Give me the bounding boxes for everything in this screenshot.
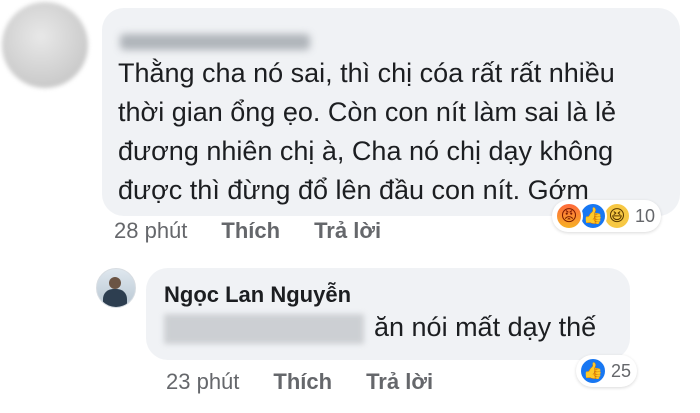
reply-bubble: Ngọc Lan Nguyễn ăn nói mất dạy thế: [146, 268, 630, 360]
comment-actions: 28 phút Thích Trả lời: [114, 218, 415, 244]
like-icon: 👍: [579, 202, 607, 230]
avatar-head: [109, 277, 121, 289]
reply-reaction-count: 25: [611, 360, 632, 381]
reply-actions: 23 phút Thích Trả lời: [166, 369, 467, 395]
reply-button[interactable]: Trả lời: [314, 218, 381, 244]
haha-icon: 😆: [603, 202, 631, 230]
reply-timestamp[interactable]: 23 phút: [166, 369, 239, 395]
reply-author-name[interactable]: Ngọc Lan Nguyễn: [164, 282, 351, 308]
redacted-mention: [164, 314, 364, 344]
reply-like-button[interactable]: Thích: [273, 369, 332, 395]
comment-bubble: Thằng cha nó sai, thì chị cóa rất rất nh…: [102, 8, 680, 216]
reply-avatar[interactable]: [96, 268, 136, 308]
reaction-summary[interactable]: 😡 👍 😆 10: [552, 200, 662, 232]
reply-reaction-summary[interactable]: 👍 25: [576, 355, 638, 387]
like-icon: 👍: [579, 357, 607, 385]
reaction-count: 10: [635, 205, 656, 226]
like-button[interactable]: Thích: [221, 218, 280, 244]
reply-text: ăn nói mất dạy thế: [374, 312, 597, 342]
angry-icon: 😡: [555, 202, 583, 230]
comment-timestamp[interactable]: 28 phút: [114, 218, 187, 244]
commenter-name-blurred[interactable]: [120, 34, 310, 50]
avatar-body: [103, 289, 127, 307]
commenter-avatar-blurred[interactable]: [2, 2, 88, 88]
comment-text: Thằng cha nó sai, thì chị cóa rất rất nh…: [118, 58, 616, 205]
reply-reply-button[interactable]: Trả lời: [366, 369, 433, 395]
